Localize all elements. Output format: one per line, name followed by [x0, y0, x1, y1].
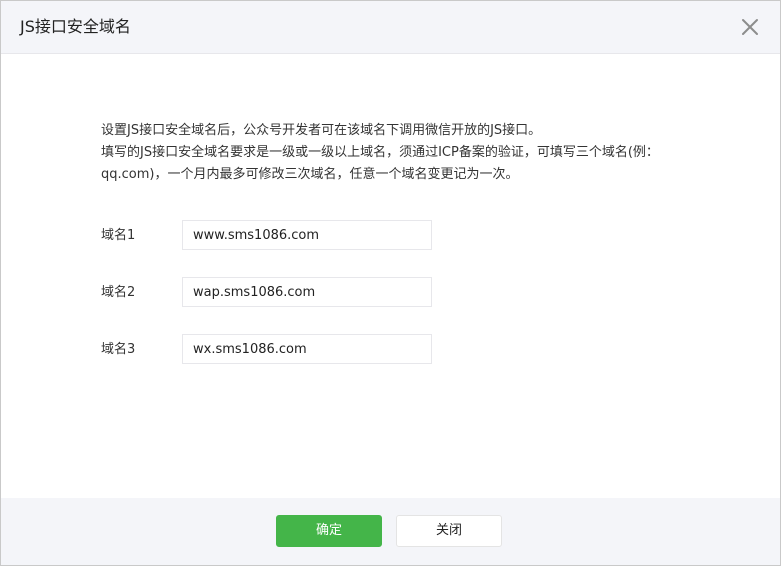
domain-input-1[interactable] — [182, 220, 432, 250]
description-line-1: 设置JS接口安全域名后，公众号开发者可在该域名下调用微信开放的JS接口。 — [101, 123, 542, 138]
description: 设置JS接口安全域名后，公众号开发者可在该域名下调用微信开放的JS接口。 填写的… — [101, 120, 721, 186]
domain-field-row-1: 域名1 — [101, 220, 441, 252]
close-button[interactable] — [740, 17, 760, 37]
close-icon — [742, 19, 758, 35]
domain-label-3: 域名3 — [101, 342, 136, 357]
description-line-2: 填写的JS接口安全域名要求是一级或一级以上域名，须通过ICP备案的验证，可填写三… — [101, 145, 659, 182]
dialog-body: 设置JS接口安全域名后，公众号开发者可在该域名下调用微信开放的JS接口。 填写的… — [1, 54, 780, 498]
dialog-header: JS接口安全域名 — [1, 1, 780, 54]
domain-settings-dialog: JS接口安全域名 设置JS接口安全域名后，公众号开发者可在该域名下调用微信开放的… — [0, 0, 781, 566]
confirm-button[interactable]: 确定 — [276, 515, 382, 547]
dialog-footer: 确定 关闭 — [1, 498, 780, 565]
dialog-title: JS接口安全域名 — [20, 17, 131, 36]
domain-label-1: 域名1 — [101, 228, 136, 243]
domain-input-2[interactable] — [182, 277, 432, 307]
domain-input-3[interactable] — [182, 334, 432, 364]
domain-field-row-2: 域名2 — [101, 277, 441, 309]
close-dialog-button[interactable]: 关闭 — [396, 515, 502, 547]
domain-field-row-3: 域名3 — [101, 334, 441, 366]
domain-label-2: 域名2 — [101, 285, 136, 300]
